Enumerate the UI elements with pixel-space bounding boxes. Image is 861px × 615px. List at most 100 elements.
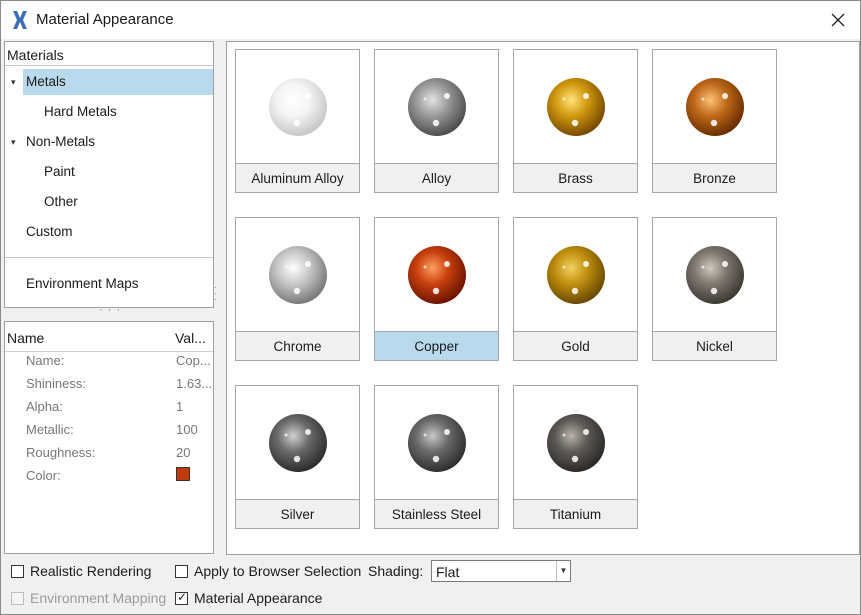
material-tile-copper[interactable]: Copper [374,217,499,361]
material-gallery: Aluminum Alloy Alloy Brass Bronze Chrome Copp… [226,41,860,555]
material-tile-label: Chrome [236,331,359,360]
tree-item-metals[interactable]: Metals [23,69,213,95]
material-sphere-icon [546,77,605,136]
shading-value: Flat [436,564,460,580]
expand-caret-icon[interactable]: ▾ [11,77,21,87]
material-preview [236,50,359,163]
tree-item-custom[interactable]: Custom [23,219,73,245]
expand-caret-icon[interactable]: ▾ [11,137,21,147]
material-tile-chrome[interactable]: Chrome [235,217,360,361]
tree-item-other[interactable]: Other [41,189,78,215]
environment-mapping-label: Environment Mapping [30,590,167,606]
tree-item-label: Environment Maps [26,276,139,291]
property-label: Color: [26,468,61,483]
property-value: 20 [176,445,191,460]
close-button[interactable] [816,1,860,39]
properties-header: Name Val... [5,322,213,352]
material-sphere-icon [685,245,744,304]
material-tile-aluminum-alloy[interactable]: Aluminum Alloy [235,49,360,193]
realistic-rendering-checkbox[interactable] [11,565,24,578]
material-preview [375,386,498,499]
property-label: Alpha: [26,399,63,414]
material-tile-label: Copper [375,331,498,360]
realistic-rendering-label: Realistic Rendering [30,563,152,579]
material-tile-label: Alloy [375,163,498,192]
property-label: Shininess: [26,376,86,391]
material-appearance-label: Material Appearance [194,590,323,606]
tree-item-environment-maps[interactable]: Environment Maps [23,271,139,297]
property-label: Name: [26,353,65,368]
tree-item-label: Metals [26,74,66,89]
vertical-splitter-handle[interactable]: · · · [214,284,218,304]
material-sphere-icon [546,413,605,472]
tree-header: Materials [5,42,213,66]
material-preview [514,50,637,163]
property-row-color: Color: [5,464,213,487]
property-row-name: Name: Cop... [5,349,213,372]
material-preview [514,386,637,499]
window-title: Material Appearance [36,11,174,28]
material-sphere-icon [407,413,466,472]
title-bar: Material Appearance [1,1,860,39]
shading-select[interactable]: Flat ▼ [431,560,571,582]
property-value: 100 [176,422,198,437]
tree-item-hard-metals[interactable]: Hard Metals [41,99,117,125]
column-header-value[interactable]: Val... [175,330,206,346]
tree-item-non-metals[interactable]: Non-Metals [23,129,95,155]
material-tile-bronze[interactable]: Bronze [652,49,777,193]
material-tile-gold[interactable]: Gold [513,217,638,361]
apply-browser-selection-label: Apply to Browser Selection [194,563,362,579]
column-header-name[interactable]: Name [7,330,44,346]
property-row-metallic: Metallic: 100 [5,418,213,441]
material-preview [236,386,359,499]
property-row-roughness: Roughness: 20 [5,441,213,464]
material-tile-label: Titanium [514,499,637,528]
color-swatch[interactable] [176,467,190,481]
shading-label: Shading: [368,563,424,579]
material-tile-label: Stainless Steel [375,499,498,528]
property-row-alpha: Alpha: 1 [5,395,213,418]
material-sphere-icon [546,245,605,304]
material-tile-label: Gold [514,331,637,360]
material-preview [514,218,637,331]
horizontal-splitter-handle[interactable]: · · · [99,304,121,316]
property-value: 1 [176,399,184,414]
property-row-shininess: Shininess: 1.63... [5,372,213,395]
material-tile-label: Brass [514,163,637,192]
material-sphere-icon [685,77,744,136]
material-preview [653,50,776,163]
material-sphere-icon [407,77,466,136]
material-preview [653,218,776,331]
apply-browser-selection-checkbox[interactable] [175,565,188,578]
material-tile-brass[interactable]: Brass [513,49,638,193]
chevron-down-icon[interactable]: ▼ [556,561,570,581]
material-tile-silver[interactable]: Silver [235,385,360,529]
material-preview [375,50,498,163]
material-sphere-icon [407,245,466,304]
properties-table: Name Val... Name: Cop... Shininess: 1.63… [4,321,214,554]
material-sphere-icon [268,77,327,136]
tree-divider [5,257,213,258]
material-tile-titanium[interactable]: Titanium [513,385,638,529]
material-tile-label: Nickel [653,331,776,360]
material-sphere-icon [268,413,327,472]
hyperworks-logo-icon [13,11,27,29]
material-appearance-dialog: Material Appearance Materials ▾ Metals H… [0,0,861,615]
tree-item-label: Hard Metals [44,104,117,119]
tree-item-label: Non-Metals [26,134,96,149]
tree-item-label: Custom [26,224,73,239]
material-tile-label: Silver [236,499,359,528]
material-preview [375,218,498,331]
material-preview [236,218,359,331]
material-tile-nickel[interactable]: Nickel [652,217,777,361]
material-tile-stainless-steel[interactable]: Stainless Steel [374,385,499,529]
tree-item-paint[interactable]: Paint [41,159,75,185]
environment-mapping-checkbox[interactable] [11,592,24,605]
property-label: Metallic: [26,422,74,437]
material-tile-label: Aluminum Alloy [236,163,359,192]
material-appearance-checkbox[interactable] [175,590,188,605]
materials-tree: Materials ▾ Metals Hard Metals ▾ Non-Met… [4,41,214,308]
property-value: Cop... [176,353,211,368]
tree-item-label: Other [44,194,78,209]
material-tile-alloy[interactable]: Alloy [374,49,499,193]
